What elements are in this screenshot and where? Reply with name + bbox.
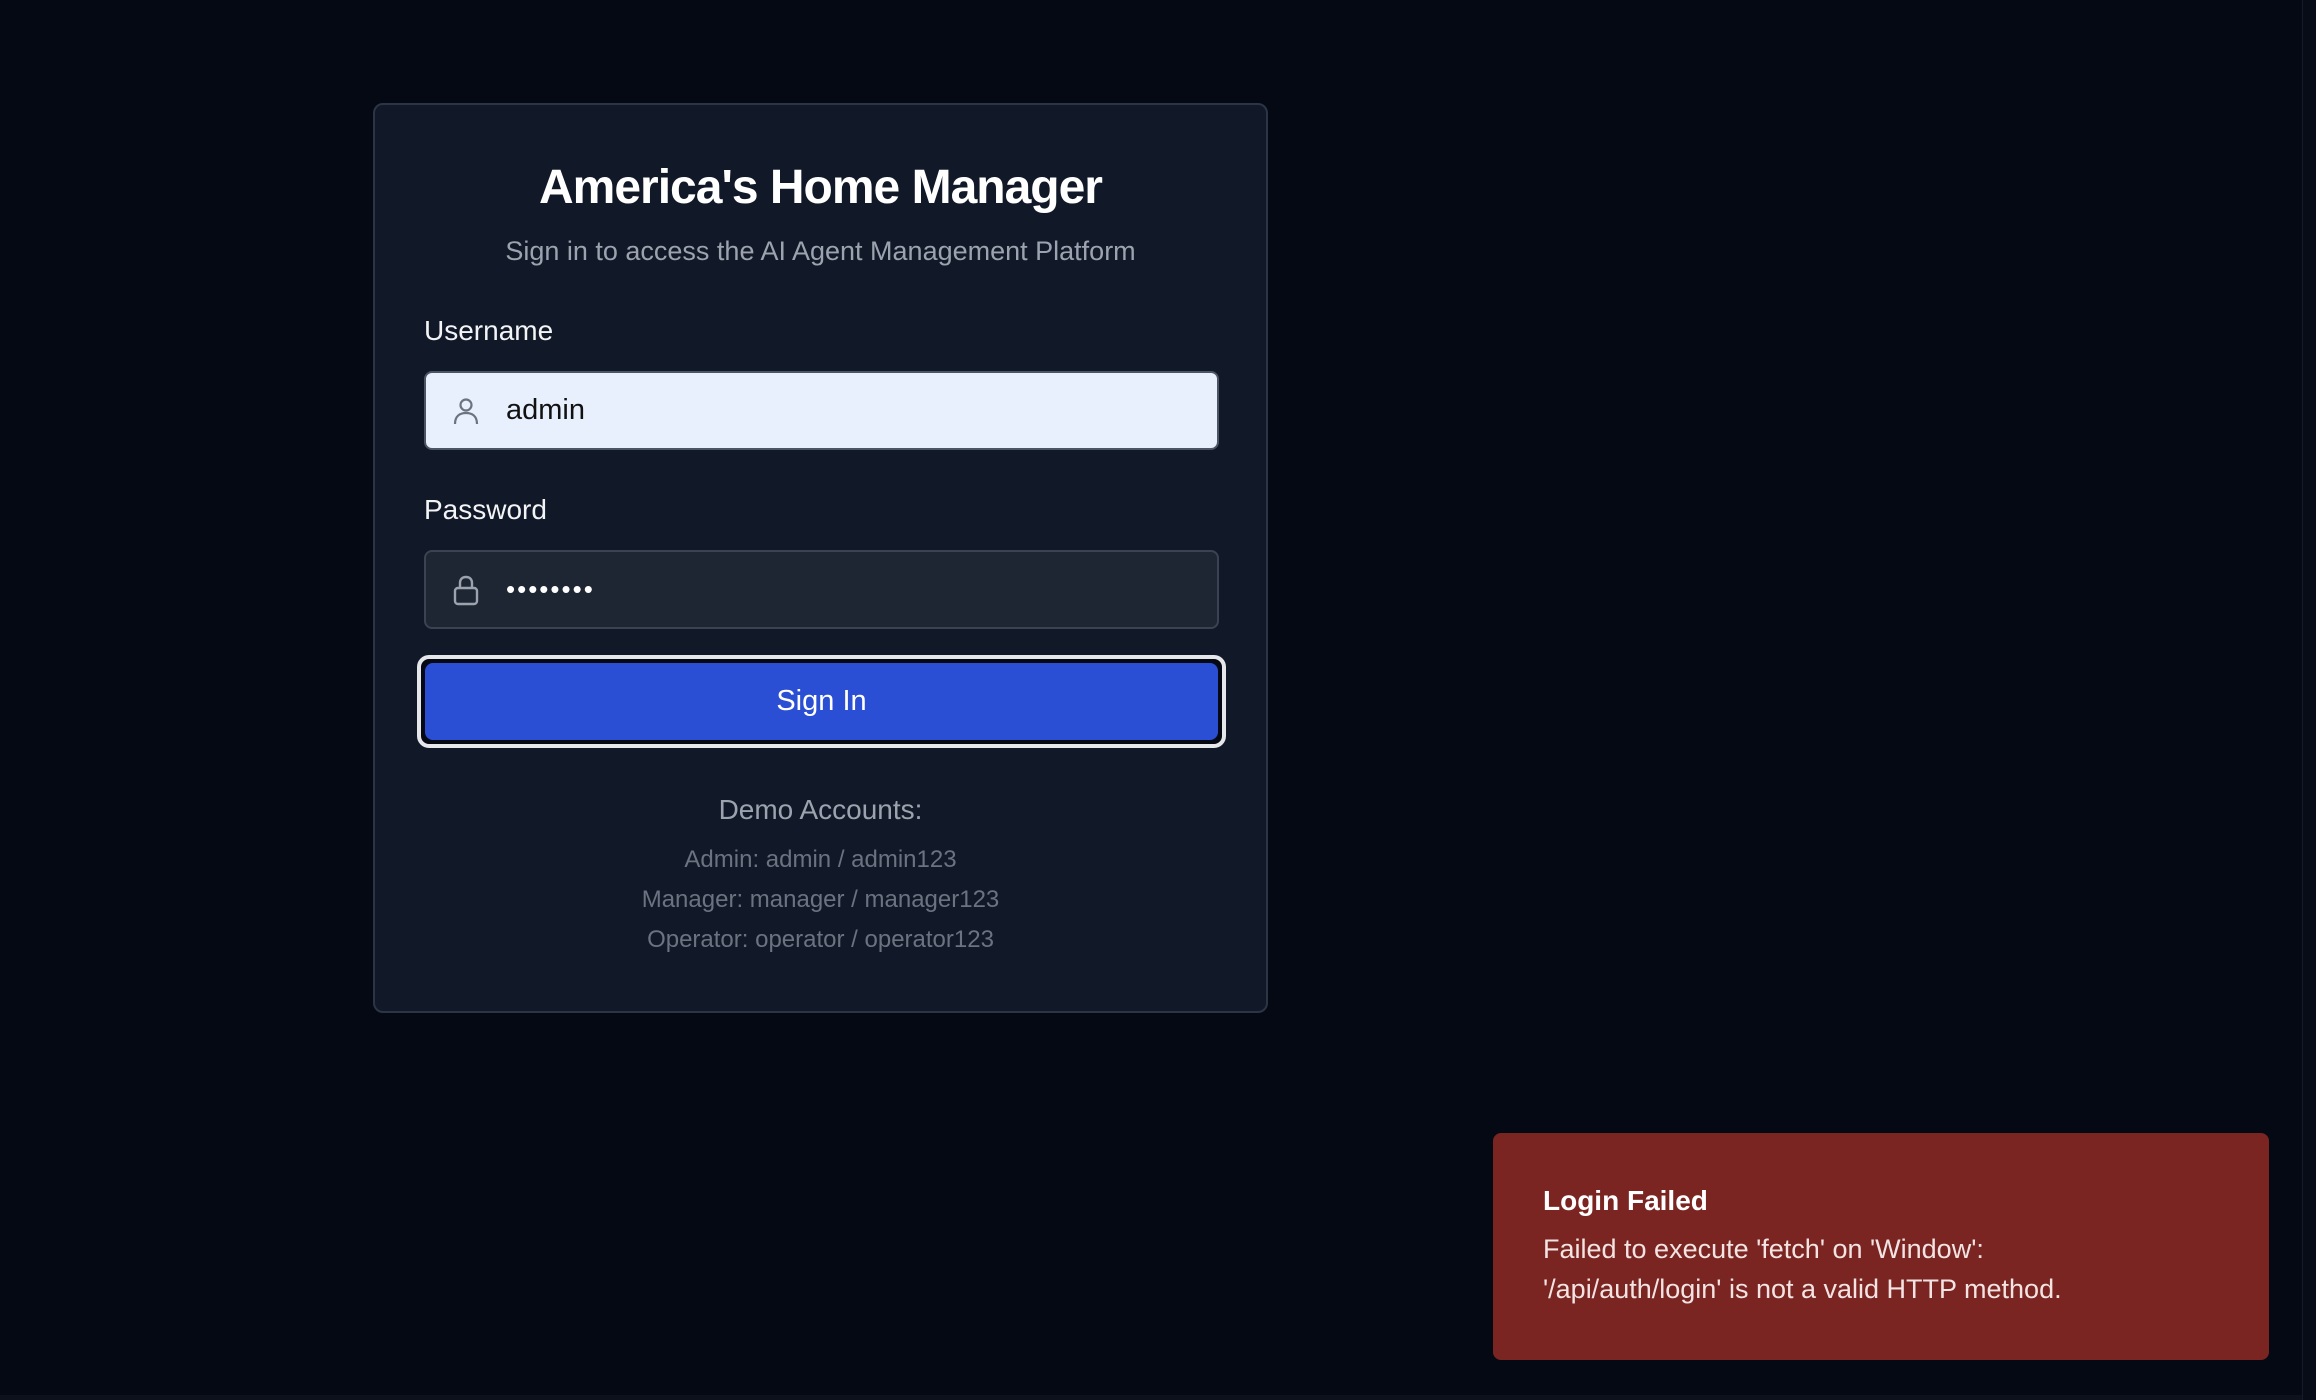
sign-in-button[interactable]: Sign In [425,663,1218,740]
username-field[interactable]: admin [424,371,1219,450]
vertical-scrollbar[interactable] [2302,0,2316,1400]
user-icon [450,395,482,427]
password-label: Password [424,494,547,525]
toast-message: Failed to execute 'fetch' on 'Window': '… [1543,1234,2062,1304]
demo-account-manager: Manager: manager / manager123 [641,886,1000,913]
toast-title: Login Failed [1543,1185,1708,1216]
demo-accounts-title: Demo Accounts: [718,794,923,825]
demo-account-operator: Operator: operator / operator123 [647,926,994,953]
demo-accounts-list: Admin: admin / admin123 Manager: manager… [424,840,1217,960]
login-page: America's Home Manager Sign in to access… [0,0,2316,1400]
error-toast[interactable]: Login Failed Failed to execute 'fetch' o… [1493,1133,2269,1360]
password-field[interactable]: •••••••• [424,550,1219,629]
username-input[interactable]: admin [506,373,585,448]
username-label: Username [424,315,554,346]
demo-account-admin: Admin: admin / admin123 [684,846,957,873]
login-card: America's Home Manager Sign in to access… [373,103,1268,1013]
page-subtitle: Sign in to access the AI Agent Managemen… [505,236,1136,266]
sign-in-button-focus-ring: Sign In [417,655,1226,748]
page-title: America's Home Manager [539,161,1103,214]
bottom-edge [0,1395,2302,1400]
lock-icon [450,574,482,606]
password-input[interactable]: •••••••• [506,552,595,627]
